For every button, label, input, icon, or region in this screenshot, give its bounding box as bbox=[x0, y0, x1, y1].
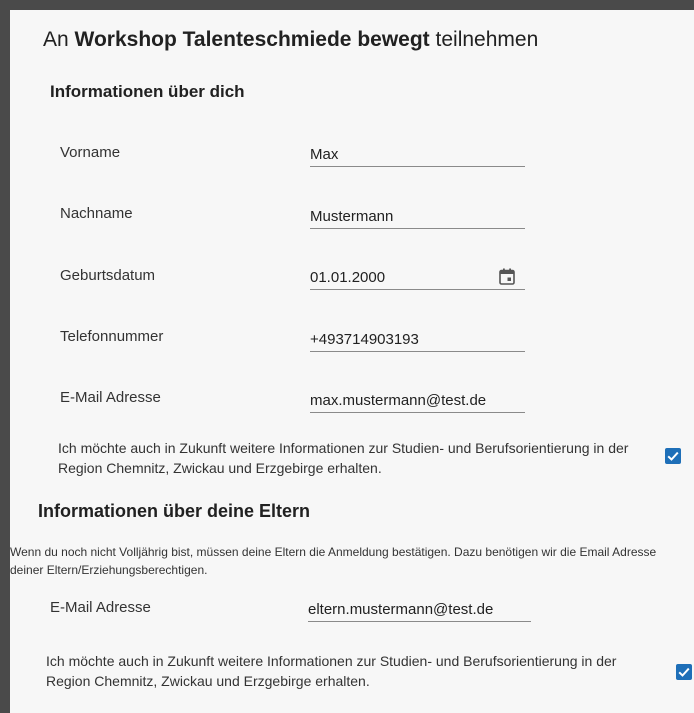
email-field[interactable] bbox=[310, 389, 525, 413]
title-prefix: An bbox=[43, 28, 69, 51]
title-suffix: teilnehmen bbox=[435, 28, 539, 51]
birthdate-field[interactable] bbox=[310, 266, 525, 290]
birthdate-label: Geburtsdatum bbox=[60, 267, 156, 284]
last-name-input[interactable] bbox=[310, 205, 525, 227]
parent-newsletter-optin-label: Ich möchte auch in Zukunft weitere Infor… bbox=[46, 653, 617, 689]
phone-field[interactable] bbox=[310, 328, 525, 352]
checkmark-icon bbox=[678, 667, 690, 677]
checkmark-icon bbox=[667, 451, 679, 461]
first-name-input[interactable] bbox=[310, 143, 525, 165]
personal-section-heading: Informationen über dich bbox=[50, 82, 245, 101]
phone-label: Telefonnummer bbox=[60, 328, 164, 345]
parent-newsletter-optin-checkbox[interactable] bbox=[676, 664, 692, 680]
last-name-label: Nachname bbox=[60, 205, 133, 222]
first-name-field[interactable] bbox=[310, 143, 525, 167]
newsletter-optin-checkbox[interactable] bbox=[665, 448, 681, 464]
parent-email-label: E-Mail Adresse bbox=[50, 599, 151, 616]
first-name-label: Vorname bbox=[60, 144, 121, 161]
birthdate-input[interactable] bbox=[310, 266, 525, 288]
calendar-icon[interactable] bbox=[499, 268, 515, 285]
parents-hint-text: Wenn du noch nicht Volljährig bist, müss… bbox=[10, 545, 657, 577]
workshop-name: Workshop Talenteschmiede bewegt bbox=[74, 28, 430, 51]
email-label: E-Mail Adresse bbox=[60, 389, 161, 406]
registration-form: An Workshop Talenteschmiede bewegt teiln… bbox=[0, 0, 694, 713]
page-title: An Workshop Talenteschmiede bewegt teiln… bbox=[43, 28, 538, 52]
last-name-field[interactable] bbox=[310, 205, 525, 229]
phone-input[interactable] bbox=[310, 328, 525, 350]
parent-email-input[interactable] bbox=[308, 598, 531, 620]
parents-section-heading: Informationen über deine Eltern bbox=[38, 501, 311, 521]
newsletter-optin-label: Ich möchte auch in Zukunft weitere Infor… bbox=[58, 440, 629, 476]
email-input[interactable] bbox=[310, 389, 525, 411]
parent-email-field[interactable] bbox=[308, 598, 531, 622]
